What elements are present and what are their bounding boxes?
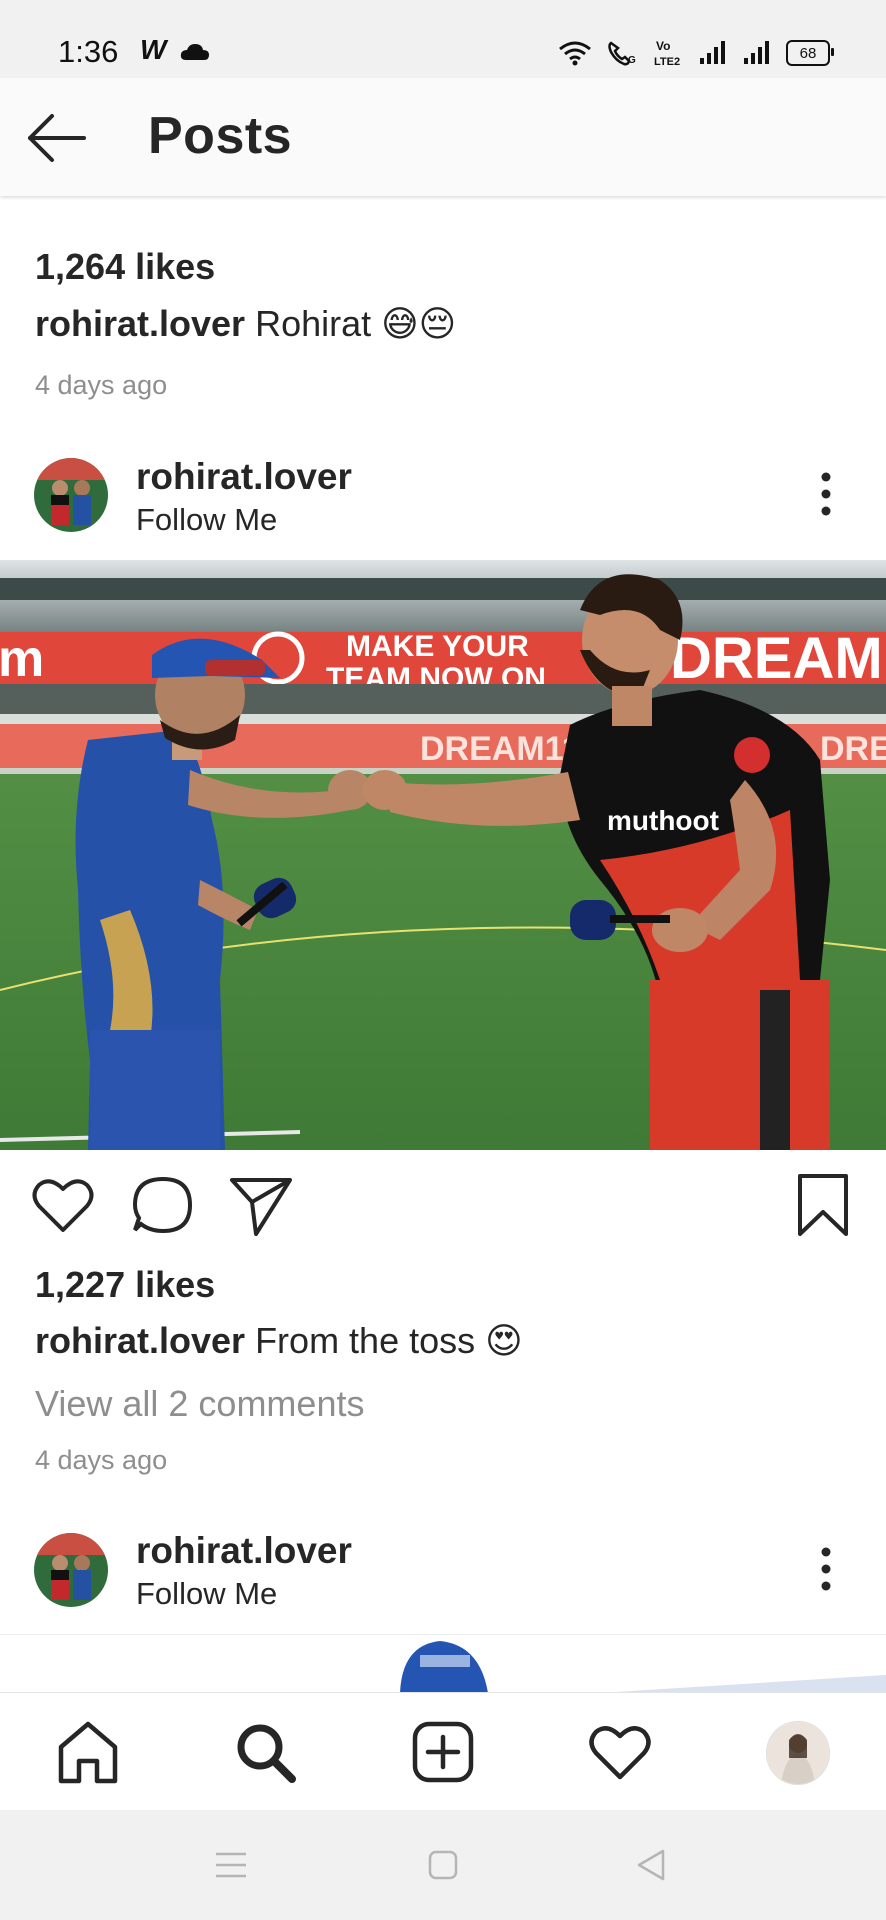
status-icons: G Vo LTE2 68	[558, 38, 834, 68]
menu-icon[interactable]	[214, 1850, 248, 1880]
post1-caption-username[interactable]: rohirat.lover	[35, 303, 245, 344]
home-square-icon[interactable]	[428, 1850, 458, 1880]
like-heart-icon[interactable]	[30, 1172, 96, 1238]
svg-text:LTE2: LTE2	[654, 56, 680, 68]
page-title: Posts	[148, 107, 293, 165]
avatar-image	[34, 458, 108, 532]
svg-text:m: m	[0, 630, 44, 688]
svg-text:DRE: DRE	[820, 730, 886, 768]
post3-avatar[interactable]	[34, 1533, 108, 1607]
svg-text:DREAM11: DREAM11	[420, 730, 581, 768]
search-icon[interactable]	[232, 1719, 298, 1785]
comment-icon[interactable]	[130, 1172, 196, 1238]
post2-avatar[interactable]	[34, 458, 108, 532]
post2-image[interactable]: m MAKE YOUR TEAM NOW ON DREAM11. DREAM11…	[0, 560, 886, 1150]
more-options-icon[interactable]	[816, 1546, 836, 1592]
post2-caption-text: From the toss 😍	[245, 1320, 523, 1361]
banner-brand: DREAM11.	[670, 626, 886, 691]
battery-icon: 68	[786, 40, 834, 66]
post2-username[interactable]: rohirat.lover	[136, 456, 352, 498]
wifi-calling-icon: G	[608, 41, 636, 66]
more-options-icon[interactable]	[816, 471, 836, 517]
profile-avatar[interactable]	[766, 1721, 830, 1785]
activity-heart-icon[interactable]	[587, 1719, 653, 1785]
status-bar: 1:36 W G Vo LTE2 68	[0, 0, 886, 78]
banner-line-1: MAKE YOUR	[346, 630, 529, 663]
avatar-image	[34, 1533, 108, 1607]
profile-image	[767, 1722, 829, 1784]
save-bookmark-icon[interactable]	[790, 1172, 856, 1238]
back-arrow-icon[interactable]	[26, 110, 88, 166]
post-photo	[0, 1635, 886, 1693]
view-comments-link[interactable]: View all 2 comments	[35, 1383, 364, 1425]
post1-time: 4 days ago	[35, 370, 168, 400]
post2-likes[interactable]: 1,227 likes	[35, 1264, 215, 1306]
back-triangle-icon[interactable]	[636, 1848, 666, 1882]
post2-caption: rohirat.lover From the toss 😍	[35, 1320, 523, 1362]
bottom-navigation	[0, 1692, 886, 1811]
post3-subtitle: Follow Me	[136, 1576, 278, 1611]
system-navigation-bar	[0, 1810, 886, 1920]
home-icon[interactable]	[55, 1719, 121, 1785]
post1-caption: rohirat.lover Rohirat 😅😔	[35, 303, 456, 345]
post3-image[interactable]	[0, 1634, 886, 1693]
cloud-icon	[180, 44, 209, 60]
post-photo: m MAKE YOUR TEAM NOW ON DREAM11. DREAM11…	[0, 560, 886, 1150]
status-time: 1:36	[58, 34, 119, 69]
signal-icon	[744, 41, 769, 64]
volte-icon: Vo LTE2	[654, 39, 680, 68]
battery-level: 68	[799, 44, 817, 62]
post1-likes[interactable]: 1,264 likes	[35, 246, 215, 288]
post2-time: 4 days ago	[35, 1445, 168, 1475]
post2-caption-username[interactable]: rohirat.lover	[35, 1320, 245, 1361]
svg-text:G: G	[628, 55, 636, 66]
post2-subtitle: Follow Me	[136, 502, 278, 537]
app-notification-icon: W	[140, 34, 167, 65]
share-icon[interactable]	[228, 1172, 294, 1238]
wifi-icon	[559, 41, 591, 66]
app-header: Posts	[0, 78, 886, 196]
svg-text:Vo: Vo	[656, 39, 670, 53]
post1-caption-text: Rohirat 😅😔	[245, 303, 457, 344]
post3-username[interactable]: rohirat.lover	[136, 1530, 352, 1572]
jersey-sponsor: muthoot	[607, 805, 719, 836]
signal-icon	[700, 41, 725, 64]
add-post-icon[interactable]	[410, 1719, 476, 1785]
